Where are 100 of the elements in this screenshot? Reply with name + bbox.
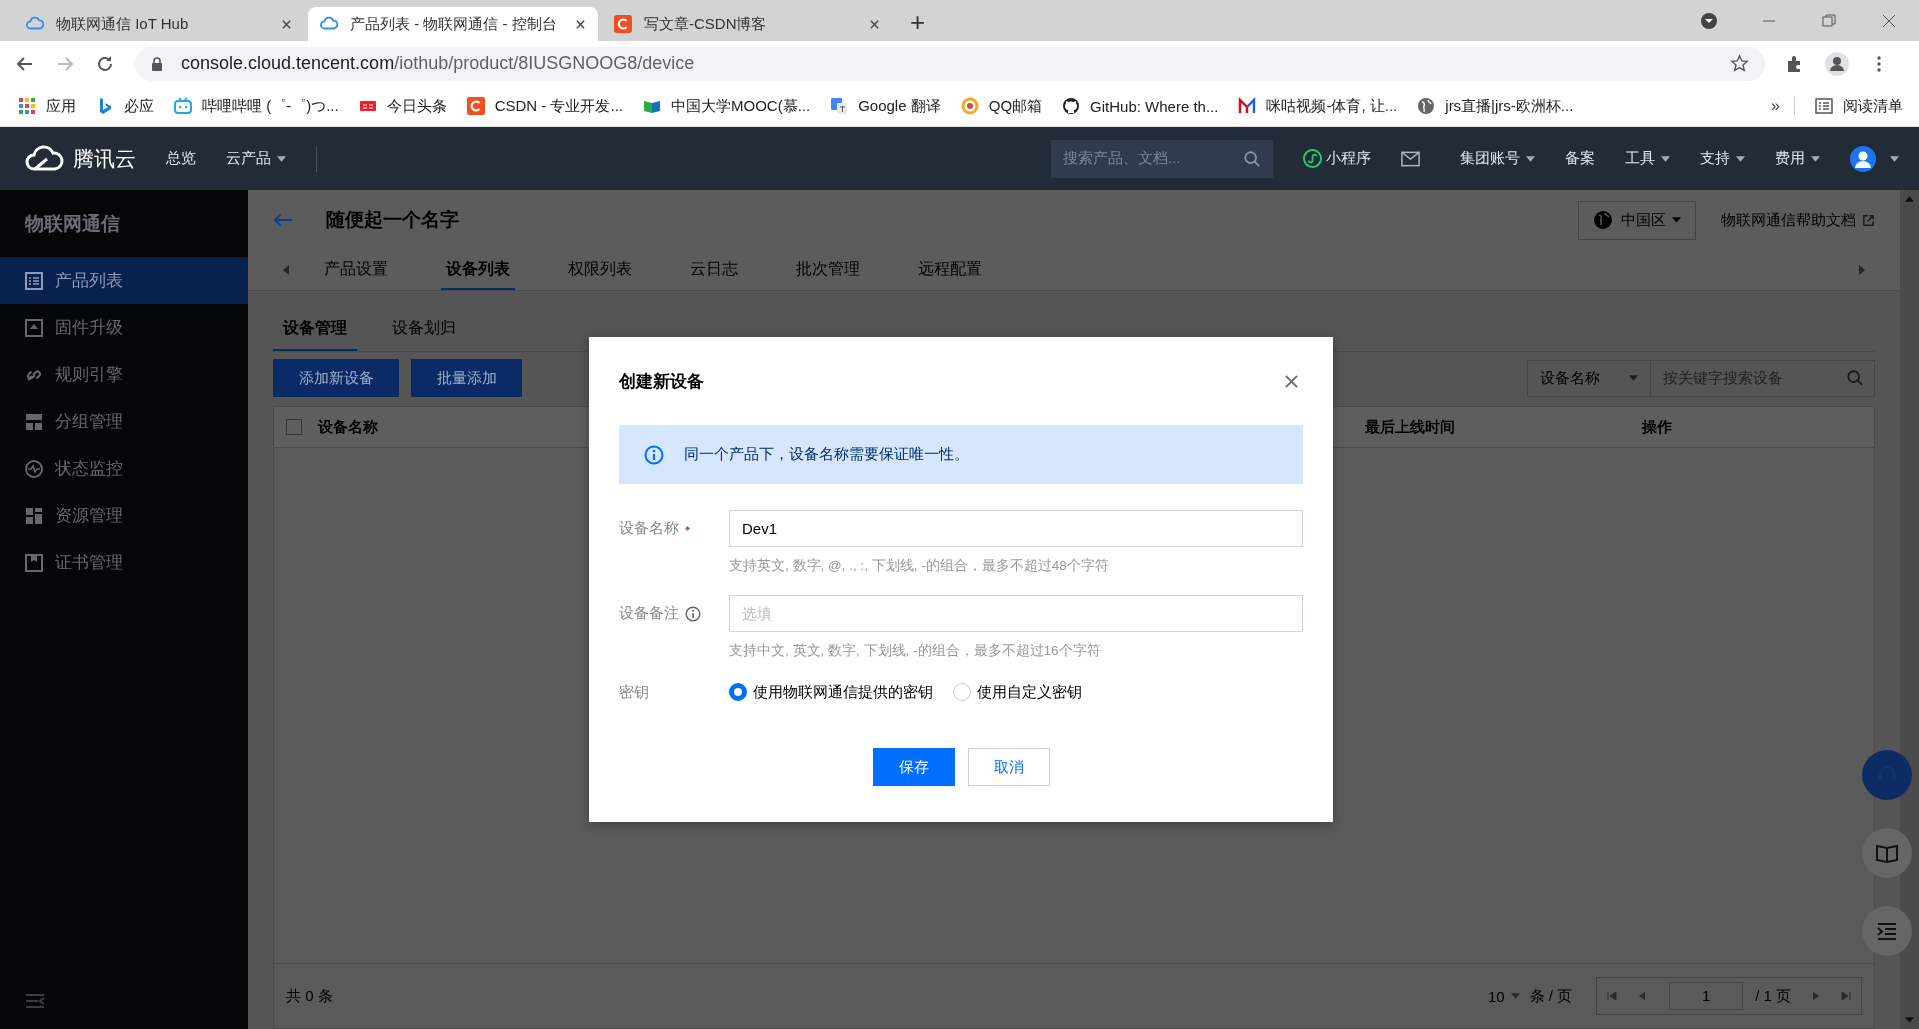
nav-menu-item[interactable]: 集团账号 bbox=[1460, 149, 1535, 168]
bookmark[interactable]: 中国大学MOOC(慕... bbox=[643, 96, 811, 116]
sidebar-item-label: 分组管理 bbox=[55, 411, 123, 433]
radio-option[interactable]: 使用自定义密钥 bbox=[953, 682, 1082, 702]
sidebar-item[interactable]: 证书管理 bbox=[0, 539, 248, 586]
caret-icon[interactable] bbox=[1661, 155, 1670, 162]
sidebar-item[interactable]: 分组管理 bbox=[0, 398, 248, 445]
bookmark[interactable]: CSDN - 专业开发... bbox=[466, 96, 623, 116]
cloud-logo-icon bbox=[25, 144, 65, 173]
c-logo-icon bbox=[614, 15, 632, 33]
translate-icon bbox=[830, 97, 849, 115]
region-label: 中国区 bbox=[1621, 210, 1666, 230]
page-size-label: 条 / 页 bbox=[1529, 986, 1573, 1006]
caret-icon[interactable] bbox=[1526, 155, 1535, 162]
brand-name[interactable]: 腾讯云 bbox=[73, 144, 136, 173]
cancel-button[interactable]: 取消 bbox=[967, 748, 1050, 786]
apps-grid-icon bbox=[18, 97, 36, 115]
bookmark[interactable]: 哔哩哔哩 (゜-゜)つ... bbox=[174, 96, 339, 116]
text-input[interactable]: 选填 bbox=[729, 595, 1303, 632]
url-text: console.cloud.tencent.com/iothub/product/8IUSGNOOG8/device bbox=[181, 53, 695, 74]
total-count: 共 0 条 bbox=[286, 986, 333, 1006]
sidebar-item[interactable]: 规则引擎 bbox=[0, 351, 248, 398]
bookmark[interactable]: QQ邮箱 bbox=[960, 96, 1043, 116]
c-logo-icon bbox=[466, 97, 485, 115]
star-icon[interactable] bbox=[1730, 54, 1749, 73]
sidebar-item[interactable]: 资源管理 bbox=[0, 492, 248, 539]
browser-tab[interactable]: 写文章-CSDN博客 bbox=[602, 7, 892, 41]
sidebar-item[interactable]: 状态监控 bbox=[0, 445, 248, 492]
bookmark[interactable]: 必应 bbox=[96, 96, 154, 116]
avatar-icon[interactable] bbox=[1850, 145, 1876, 172]
close-icon[interactable] bbox=[1284, 373, 1299, 389]
more-bookmarks-button[interactable]: » bbox=[1771, 97, 1795, 115]
radio-option[interactable]: 使用物联网通信提供的密钥 bbox=[729, 682, 933, 702]
bookmark[interactable]: Google 翻译 bbox=[830, 96, 941, 116]
save-button[interactable]: 保存 bbox=[872, 748, 955, 786]
column-header: 设备名称 bbox=[318, 417, 379, 437]
browser-tab[interactable]: 产品列表 - 物联网通信 - 控制台 bbox=[308, 7, 598, 41]
page-title: 随便起一个名字 bbox=[326, 208, 459, 232]
bookmark[interactable]: 今日头条 bbox=[358, 96, 447, 116]
nav-menu-item[interactable]: 工具 bbox=[1625, 149, 1670, 168]
caret-icon[interactable] bbox=[1890, 155, 1899, 162]
field-label: 设备备注 bbox=[619, 604, 679, 623]
bookmark[interactable]: 应用 bbox=[18, 96, 76, 116]
nav-menu-item[interactable]: 云产品 bbox=[226, 149, 286, 168]
caret-icon[interactable] bbox=[1811, 155, 1820, 162]
nav-menu-item[interactable]: 总览 bbox=[166, 149, 196, 168]
lock-icon bbox=[151, 56, 163, 71]
info-icon bbox=[644, 444, 664, 465]
sidebar-title: 物联网通信 bbox=[23, 212, 121, 236]
sidebar-item-label: 状态监控 bbox=[55, 458, 123, 480]
nav-menu-item[interactable]: 费用 bbox=[1775, 149, 1820, 168]
field-label: 密钥 bbox=[619, 682, 649, 702]
bookmark[interactable]: jrs直播|jrs-欧洲杯... bbox=[1417, 96, 1574, 116]
browser-tab[interactable]: 物联网通信 IoT Hub bbox=[14, 7, 304, 41]
radio-button[interactable] bbox=[729, 683, 747, 701]
info-message: 同一个产品下，设备名称需要保证唯一性。 bbox=[684, 445, 969, 464]
nav-menu-item[interactable]: 备案 bbox=[1565, 149, 1595, 168]
field-hint: 支持英文, 数字, @, ., :, 下划线, -的组合，最多不超过48个字符 bbox=[729, 557, 1110, 575]
layout-icon bbox=[25, 412, 43, 431]
tv-icon bbox=[174, 97, 192, 115]
close-icon[interactable] bbox=[575, 18, 586, 30]
nav-menu-item[interactable]: 支持 bbox=[1700, 149, 1745, 168]
mail-icon[interactable] bbox=[1401, 150, 1420, 167]
sidebar-item[interactable]: 产品列表 bbox=[0, 257, 248, 304]
field-label: 设备名称 bbox=[619, 519, 679, 538]
caret-icon bbox=[1672, 217, 1681, 223]
caret-icon bbox=[1510, 993, 1520, 999]
select-all-checkbox[interactable] bbox=[286, 419, 302, 435]
sidebar-item[interactable]: 固件升级 bbox=[0, 304, 248, 351]
address-field[interactable]: console.cloud.tencent.com/iothub/product/8IUSGNOOG8/device bbox=[135, 46, 1765, 81]
info-icon[interactable] bbox=[685, 605, 701, 622]
radio-button[interactable] bbox=[953, 683, 971, 701]
text-input[interactable]: Dev1 bbox=[729, 510, 1303, 547]
bookmark-icon bbox=[25, 553, 43, 572]
search-icon[interactable] bbox=[1243, 149, 1261, 168]
sidebar-item-label: 证书管理 bbox=[55, 552, 123, 574]
search-icon[interactable] bbox=[1846, 369, 1864, 387]
field-hint: 支持中文, 英文, 数字, 下划线, -的组合，最多不超过16个字符 bbox=[729, 642, 1102, 660]
close-icon[interactable] bbox=[869, 18, 880, 30]
bookmark[interactable]: GitHub: Where th... bbox=[1062, 97, 1219, 115]
globe-icon bbox=[1417, 97, 1436, 115]
pulse-icon bbox=[25, 459, 43, 478]
close-icon[interactable] bbox=[281, 18, 292, 30]
dialog-title: 创建新设备 bbox=[619, 370, 704, 393]
profile-icon[interactable] bbox=[1825, 51, 1849, 76]
caret-icon bbox=[1629, 375, 1638, 381]
scroll-right-icon[interactable] bbox=[1859, 265, 1865, 275]
tab-search-icon[interactable] bbox=[1699, 11, 1719, 31]
action-button[interactable]: 添加新设备 bbox=[273, 359, 399, 397]
caret-icon[interactable] bbox=[277, 155, 286, 162]
upload-icon bbox=[25, 318, 43, 337]
scroll-left-icon[interactable] bbox=[283, 265, 289, 275]
reading-list-button[interactable]: 阅读清单 bbox=[1815, 96, 1903, 116]
action-button[interactable]: 批量添加 bbox=[411, 359, 522, 397]
caret-icon[interactable] bbox=[1736, 155, 1745, 162]
mini-program-icon bbox=[1303, 149, 1322, 168]
sidebar-item-label: 产品列表 bbox=[55, 270, 123, 292]
bookmark[interactable]: 咪咕视频-体育, 让... bbox=[1238, 96, 1398, 116]
new-tab-button[interactable]: + bbox=[910, 7, 926, 37]
mini-program-link[interactable]: 小程序 bbox=[1303, 149, 1371, 168]
